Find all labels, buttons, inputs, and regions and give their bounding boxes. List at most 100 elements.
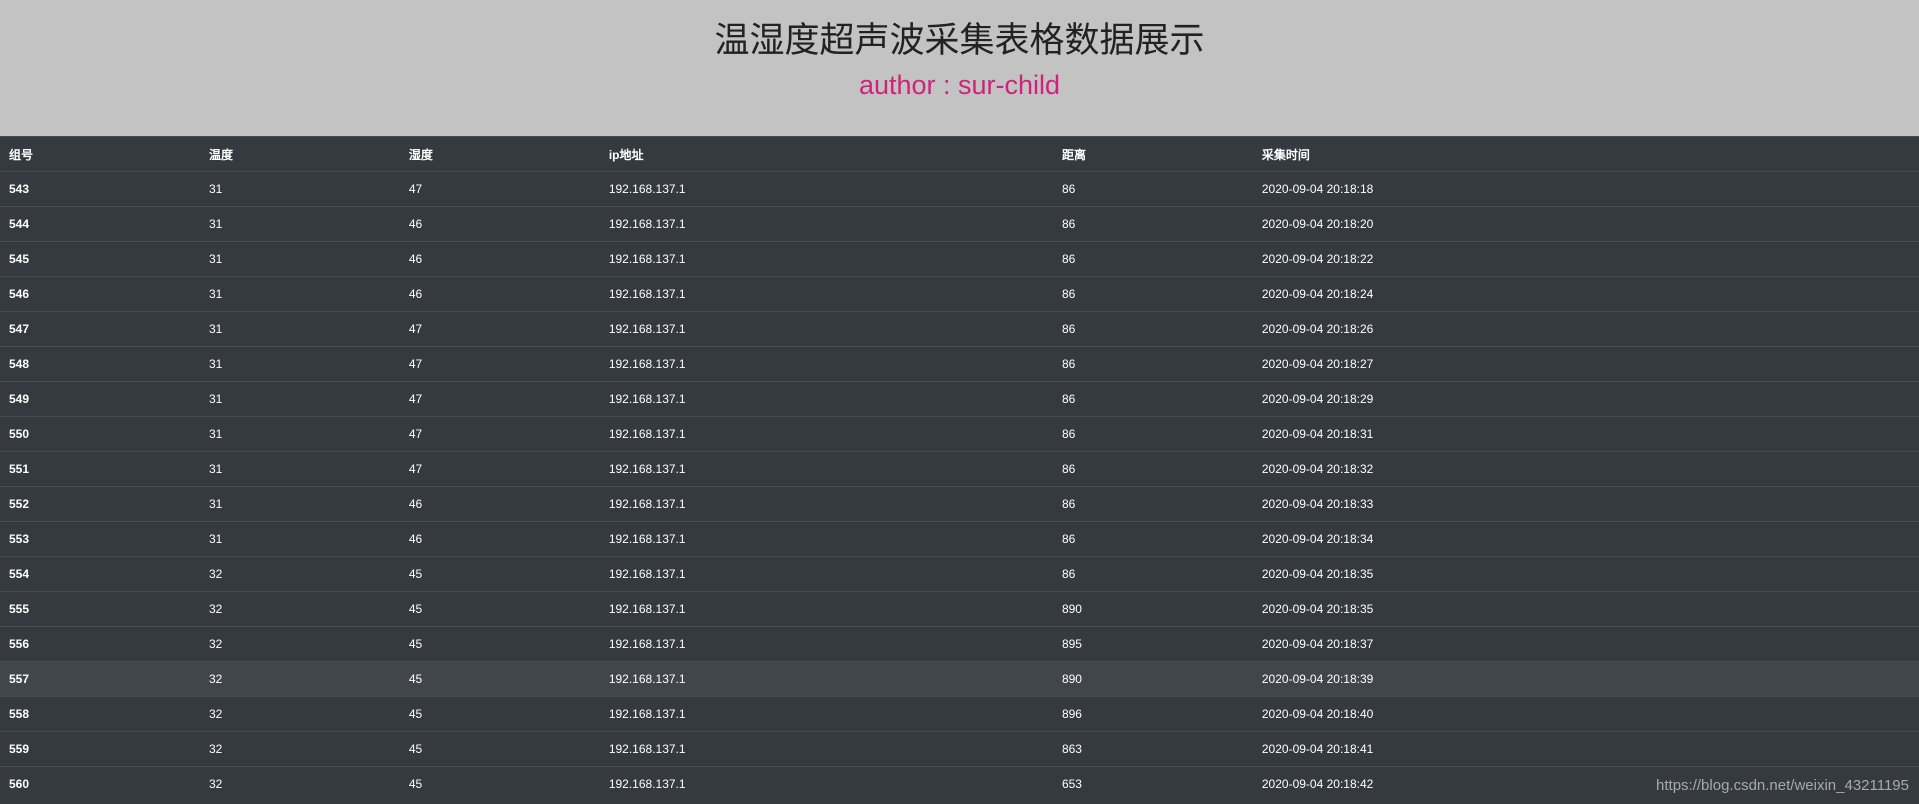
cell-group-id: 547 [0,311,200,347]
cell-humidity: 45 [399,626,600,662]
cell-distance: 890 [1052,661,1253,697]
cell-ip-address: 192.168.137.1 [599,241,1053,277]
cell-collect-time: 2020-09-04 20:18:39 [1252,661,1919,697]
cell-collect-time: 2020-09-04 20:18:33 [1252,486,1919,522]
cell-distance: 653 [1052,766,1253,801]
table-row[interactable]: 548 31 47 192.168.137.1 86 2020-09-04 20:18:2… [0,346,1919,382]
table-row[interactable]: 551 31 47 192.168.137.1 86 2020-09-04 20:18:3… [0,451,1919,487]
cell-ip-address: 192.168.137.1 [599,661,1053,697]
cell-ip-address: 192.168.137.1 [599,731,1053,767]
cell-collect-time: 2020-09-04 20:18:35 [1252,591,1919,627]
cell-humidity: 45 [399,661,600,697]
column-header-distance: 距离 [1052,136,1253,172]
cell-collect-time: 2020-09-04 20:18:40 [1252,696,1919,732]
cell-distance: 863 [1052,731,1253,767]
cell-temperature: 31 [199,171,400,207]
cell-temperature: 32 [199,731,400,767]
cell-ip-address: 192.168.137.1 [599,486,1053,522]
cell-distance: 895 [1052,626,1253,662]
cell-distance: 86 [1052,381,1253,417]
cell-collect-time: 2020-09-04 20:18:31 [1252,416,1919,452]
cell-group-id: 553 [0,521,200,557]
table-row[interactable]: 554 32 45 192.168.137.1 86 2020-09-04 20:18:3… [0,556,1919,592]
cell-humidity: 45 [399,556,600,592]
cell-distance: 86 [1052,241,1253,277]
cell-humidity: 47 [399,346,600,382]
table-row[interactable]: 560 32 45 192.168.137.1 653 2020-09-04 20:18:… [0,766,1919,801]
cell-humidity: 46 [399,276,600,312]
cell-collect-time: 2020-09-04 20:18:27 [1252,346,1919,382]
cell-temperature: 31 [199,451,400,487]
cell-temperature: 32 [199,556,400,592]
cell-distance: 86 [1052,311,1253,347]
cell-ip-address: 192.168.137.1 [599,451,1053,487]
table-row[interactable]: 553 31 46 192.168.137.1 86 2020-09-04 20:18:3… [0,521,1919,557]
cell-distance: 86 [1052,416,1253,452]
cell-distance: 86 [1052,346,1253,382]
cell-temperature: 32 [199,696,400,732]
cell-humidity: 47 [399,171,600,207]
cell-group-id: 551 [0,451,200,487]
cell-humidity: 46 [399,206,600,242]
cell-temperature: 31 [199,416,400,452]
cell-temperature: 31 [199,381,400,417]
cell-humidity: 45 [399,731,600,767]
cell-distance: 86 [1052,276,1253,312]
cell-group-id: 556 [0,626,200,662]
cell-group-id: 555 [0,591,200,627]
table-row[interactable]: 549 31 47 192.168.137.1 86 2020-09-04 20:18:2… [0,381,1919,417]
cell-temperature: 31 [199,346,400,382]
cell-ip-address: 192.168.137.1 [599,171,1053,207]
cell-temperature: 31 [199,486,400,522]
table-row[interactable]: 543 31 47 192.168.137.1 86 2020-09-04 20:18:1… [0,171,1919,207]
cell-distance: 86 [1052,521,1253,557]
table-row[interactable]: 546 31 46 192.168.137.1 86 2020-09-04 20:18:2… [0,276,1919,312]
cell-distance: 890 [1052,591,1253,627]
cell-collect-time: 2020-09-04 20:18:18 [1252,171,1919,207]
table-row[interactable]: 556 32 45 192.168.137.1 895 2020-09-04 20:18:… [0,626,1919,662]
cell-group-id: 544 [0,206,200,242]
cell-humidity: 45 [399,591,600,627]
column-header-group-id: 组号 [0,136,200,172]
cell-ip-address: 192.168.137.1 [599,591,1053,627]
column-header-collect-time: 采集时间 [1252,136,1919,172]
cell-group-id: 549 [0,381,200,417]
cell-collect-time: 2020-09-04 20:18:34 [1252,521,1919,557]
cell-group-id: 543 [0,171,200,207]
cell-temperature: 32 [199,661,400,697]
cell-distance: 896 [1052,696,1253,732]
cell-collect-time: 2020-09-04 20:18:22 [1252,241,1919,277]
author-label: author : sur-child [858,70,1061,100]
cell-group-id: 550 [0,416,200,452]
page-title: 温湿度超声波采集表格数据展示 [714,21,1205,61]
cell-ip-address: 192.168.137.1 [599,416,1053,452]
table-row[interactable]: 550 31 47 192.168.137.1 86 2020-09-04 20:18:3… [0,416,1919,452]
cell-temperature: 31 [199,521,400,557]
table-row[interactable]: 552 31 46 192.168.137.1 86 2020-09-04 20:18:3… [0,486,1919,522]
cell-humidity: 47 [399,381,600,417]
cell-group-id: 558 [0,696,200,732]
cell-collect-time: 2020-09-04 20:18:37 [1252,626,1919,662]
cell-group-id: 559 [0,731,200,767]
cell-humidity: 46 [399,521,600,557]
cell-temperature: 32 [199,766,400,801]
cell-temperature: 32 [199,591,400,627]
cell-ip-address: 192.168.137.1 [599,626,1053,662]
table-row[interactable]: 545 31 46 192.168.137.1 86 2020-09-04 20:18:2… [0,241,1919,277]
cell-ip-address: 192.168.137.1 [599,206,1053,242]
cell-collect-time: 2020-09-04 20:18:35 [1252,556,1919,592]
data-table: 组号 温度 湿度 ip地址 距离 采集时间 543 31 47 192.168.137… [0,136,1919,801]
table-row[interactable]: 544 31 46 192.168.137.1 86 2020-09-04 20:18:2… [0,206,1919,242]
table-row[interactable]: 558 32 45 192.168.137.1 896 2020-09-04 20:18:… [0,696,1919,732]
table-row[interactable]: 557 32 45 192.168.137.1 890 2020-09-04 20:18:… [0,661,1919,697]
cell-distance: 86 [1052,171,1253,207]
column-header-humidity: 湿度 [399,136,600,172]
cell-ip-address: 192.168.137.1 [599,766,1053,801]
table-row[interactable]: 547 31 47 192.168.137.1 86 2020-09-04 20:18:2… [0,311,1919,347]
cell-group-id: 557 [0,661,200,697]
column-header-temperature: 温度 [199,136,400,172]
table-row[interactable]: 559 32 45 192.168.137.1 863 2020-09-04 20:18:… [0,731,1919,767]
cell-ip-address: 192.168.137.1 [599,381,1053,417]
table-row[interactable]: 555 32 45 192.168.137.1 890 2020-09-04 20:18:… [0,591,1919,627]
cell-ip-address: 192.168.137.1 [599,311,1053,347]
